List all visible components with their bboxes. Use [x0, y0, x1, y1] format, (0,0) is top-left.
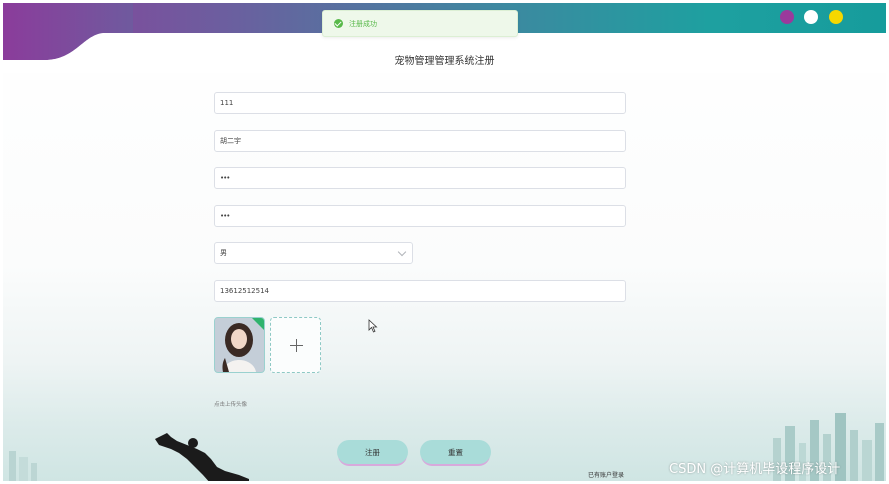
- phone-input[interactable]: 13612512514: [214, 280, 626, 302]
- gender-select[interactable]: 男: [214, 242, 413, 264]
- uploaded-check-badge: [252, 318, 264, 330]
- page-title: 宠物管理管理系统注册: [394, 56, 495, 67]
- gender-value: 男: [220, 249, 227, 257]
- toast-message: 注册成功: [349, 19, 377, 28]
- name-input[interactable]: 胡二宇: [214, 130, 626, 152]
- watermark: CSDN @计算机毕设程序设计: [669, 462, 841, 477]
- mouse-cursor-icon: [368, 319, 378, 333]
- success-toast: 注册成功: [322, 10, 518, 37]
- page-frame: 注册成功 宠物管理管理系统注册 111 胡二宇 ••• ••• 男 136125…: [3, 3, 886, 481]
- password-input[interactable]: •••: [214, 167, 626, 189]
- runner-silhouette: [155, 433, 249, 481]
- white-theme-dot[interactable]: [804, 10, 818, 24]
- purple-theme-dot[interactable]: [780, 10, 794, 24]
- account-input[interactable]: 111: [214, 92, 626, 114]
- confirm-password-input[interactable]: •••: [214, 205, 626, 227]
- check-circle-icon: [334, 19, 343, 28]
- avatar-upload-button[interactable]: [270, 317, 321, 373]
- yellow-theme-dot[interactable]: [829, 10, 843, 24]
- city-skyline-left: [9, 451, 37, 481]
- upload-hint: 点击上传头像: [214, 402, 248, 408]
- login-link[interactable]: 已有账户登录: [588, 470, 624, 479]
- register-button[interactable]: 注册: [337, 440, 408, 464]
- avatar-preview[interactable]: [214, 317, 265, 373]
- chevron-down-icon: [397, 247, 407, 257]
- reset-button[interactable]: 重置: [420, 440, 491, 464]
